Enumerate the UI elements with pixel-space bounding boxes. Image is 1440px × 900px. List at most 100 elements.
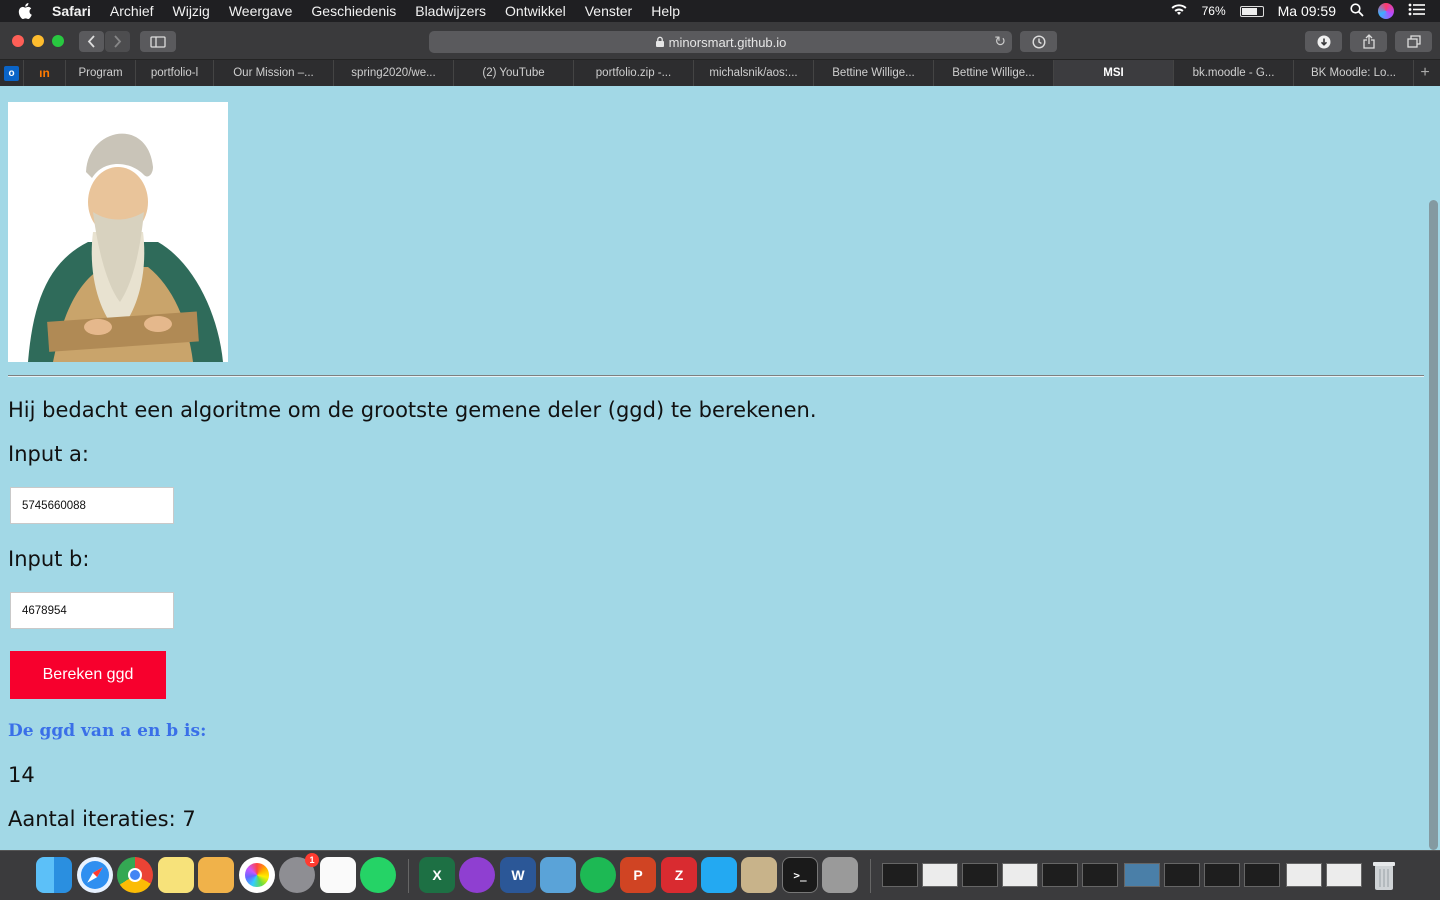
battery-icon[interactable] [1239,5,1264,17]
menu-bladwijzers[interactable]: Bladwijzers [415,3,486,19]
excel-icon[interactable]: X [419,857,455,893]
chrome-icon[interactable] [117,857,153,893]
minimized-window-thumbnail[interactable] [1204,863,1240,887]
photos-icon[interactable] [239,857,275,893]
word-icon[interactable]: W [500,857,536,893]
intro-text: Hij bedacht een algoritme om de grootste… [8,398,817,422]
minimized-window-thumbnail[interactable] [882,863,918,887]
minimized-window-thumbnail[interactable] [1042,863,1078,887]
input-a-field[interactable] [10,487,174,524]
tab-label: portfolio-l [150,67,199,79]
menu-weergave[interactable]: Weergave [229,3,293,19]
tab-our-mission[interactable]: Our Mission –... [214,60,334,86]
notification-badge: 1 [305,853,319,867]
invision-icon: ın [39,66,50,80]
input-b-field[interactable] [10,592,174,629]
tab-bettine-1[interactable]: Bettine Willige... [814,60,934,86]
spotlight-search-icon[interactable] [1350,2,1364,20]
minimized-window-thumbnail[interactable] [1164,863,1200,887]
pages-icon[interactable] [198,857,234,893]
back-button[interactable] [79,31,104,52]
notes-icon[interactable] [158,857,194,893]
podcasts-icon[interactable] [459,857,495,893]
excel-letter: X [432,867,442,883]
pinned-tab-outlook[interactable]: o [0,60,24,86]
word-letter: W [511,867,525,883]
close-window-button[interactable] [12,35,24,47]
minimized-window-thumbnail[interactable] [1286,863,1322,887]
euclid-portrait [8,102,228,362]
menu-app-name[interactable]: Safari [52,3,91,19]
clock[interactable]: Ma 09:59 [1278,3,1336,19]
printer-icon[interactable] [822,857,858,893]
tab-bettine-2[interactable]: Bettine Willige... [934,60,1054,86]
tab-portfolio[interactable]: portfolio-l [136,60,214,86]
siri-icon[interactable] [1378,3,1394,19]
menu-wijzig[interactable]: Wijzig [173,3,210,19]
calculate-gcd-button[interactable]: Bereken ggd [10,651,166,699]
url-text: minorsmart.github.io [668,34,787,50]
apple-icon[interactable] [18,0,38,22]
pinned-tab-invision[interactable]: ın [24,60,66,86]
web-page: Hij bedacht een algoritme om de grootste… [0,86,1440,850]
menu-ontwikkel[interactable]: Ontwikkel [505,3,566,19]
share-button[interactable] [1350,31,1387,52]
minimized-window-thumbnail[interactable] [922,863,958,887]
outlook-icon: o [4,65,19,81]
finder-icon[interactable] [36,857,72,893]
minimized-window-thumbnail[interactable] [1244,863,1280,887]
tab-label: michalsnik/aos:... [709,67,798,79]
address-bar[interactable]: minorsmart.github.io ↻ [429,31,1012,53]
browser-toolbar: minorsmart.github.io ↻ [0,22,1440,60]
wifi-icon[interactable] [1170,3,1188,19]
dock: 1 X W P Z >_ [0,850,1440,900]
tab-program[interactable]: Program [66,60,136,86]
system-preferences-icon[interactable]: 1 [279,853,319,893]
zotero-icon[interactable]: Z [661,857,697,893]
minimized-window-thumbnail[interactable] [1326,863,1362,887]
minimized-window-thumbnail[interactable] [962,863,998,887]
preview-icon[interactable] [540,857,576,893]
tab-bk-moodle-lo[interactable]: BK Moodle: Lo... [1294,60,1414,86]
terminal-icon[interactable]: >_ [782,857,818,893]
tab-label: bk.moodle - G... [1192,67,1275,79]
menu-help[interactable]: Help [651,3,680,19]
forward-button[interactable] [105,31,130,52]
page-scrollbar[interactable] [1429,200,1438,850]
zoom-window-button[interactable] [52,35,64,47]
powerpoint-icon[interactable]: P [620,857,656,893]
minimize-window-button[interactable] [32,35,44,47]
tab-msi[interactable]: MSI [1054,60,1174,86]
powerpoint-letter: P [633,867,643,883]
tab-spring2020[interactable]: spring2020/we... [334,60,454,86]
script-editor-icon[interactable] [741,857,777,893]
menu-geschiedenis[interactable]: Geschiedenis [311,3,396,19]
spotify-icon[interactable] [580,857,616,893]
tab-portfolio-zip[interactable]: portfolio.zip -... [574,60,694,86]
notification-center-icon[interactable] [1408,3,1426,19]
minimized-window-thumbnail[interactable] [1124,863,1160,887]
dock-separator [408,859,409,893]
safari-icon[interactable] [77,857,113,893]
minimized-window-thumbnail[interactable] [1002,863,1038,887]
input-a-label: Input a: [8,442,89,466]
menu-venster[interactable]: Venster [585,3,632,19]
whatsapp-icon[interactable] [360,857,396,893]
chevron-left-icon [87,35,95,48]
reminders-icon[interactable] [320,857,356,893]
lock-icon [655,36,664,47]
tab-bar: o ın Program portfolio-l Our Mission –..… [0,60,1440,86]
history-button[interactable] [1020,31,1057,52]
tab-youtube[interactable]: (2) YouTube [454,60,574,86]
tab-bk-moodle-g[interactable]: bk.moodle - G... [1174,60,1294,86]
trash-icon[interactable] [1366,857,1402,893]
tab-overview-button[interactable] [1395,31,1432,52]
sidebar-button[interactable] [140,31,176,52]
reload-icon[interactable]: ↻ [994,33,1006,50]
menu-archief[interactable]: Archief [110,3,154,19]
tab-michalsnik[interactable]: michalsnik/aos:... [694,60,814,86]
new-tab-button[interactable]: + [1414,60,1436,86]
minimized-window-thumbnail[interactable] [1082,863,1118,887]
vscode-icon[interactable] [701,857,737,893]
downloads-button[interactable] [1305,31,1342,52]
